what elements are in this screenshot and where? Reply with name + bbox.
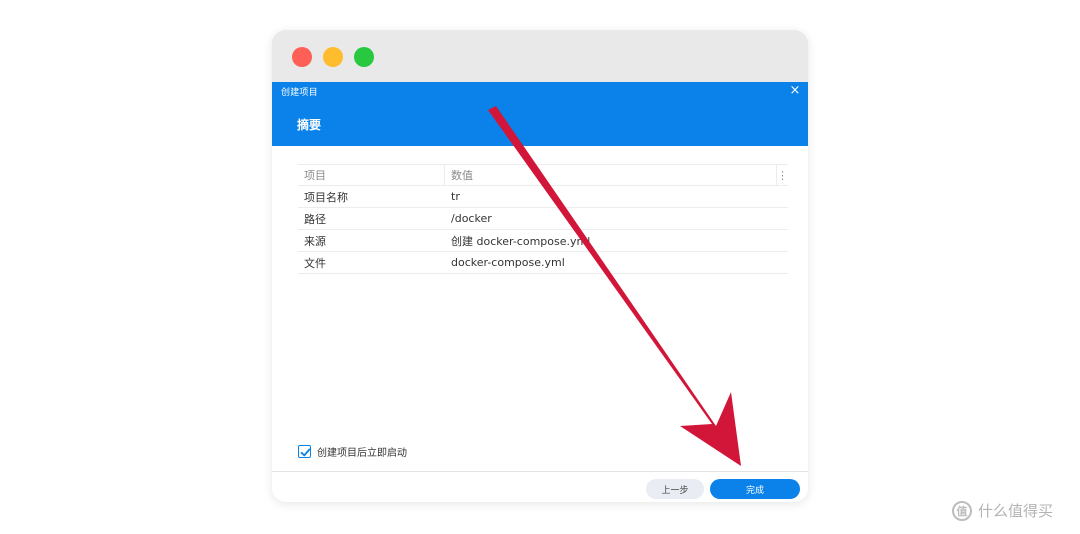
window-close-button[interactable] (292, 47, 312, 67)
summary-table: 项目 数值 ⋮ 项目名称 tr 路径 /docker 来源 创建 docker-… (298, 164, 788, 274)
create-project-dialog: 创建项目 × 摘要 项目 数值 ⋮ 项目名称 tr 路径 /docker 来源 … (272, 82, 808, 502)
window-controls (292, 47, 374, 67)
row-key: 项目名称 (304, 190, 348, 204)
watermark: 值 什么值得买 (952, 500, 1053, 521)
watermark-text: 什么值得买 (978, 502, 1054, 520)
table-header-row: 项目 数值 ⋮ (298, 164, 788, 186)
row-value: 创建 docker-compose.yml (451, 234, 591, 248)
checkmark-icon (300, 448, 311, 457)
row-key: 路径 (304, 212, 326, 226)
dialog-footer: 上一步 完成 (272, 471, 808, 502)
row-key: 来源 (304, 234, 326, 248)
row-value: tr (451, 190, 460, 203)
window-zoom-button[interactable] (354, 47, 374, 67)
start-after-create-checkbox[interactable] (298, 445, 311, 458)
column-header-item[interactable]: 项目 (298, 167, 444, 183)
table-row: 路径 /docker (298, 208, 788, 230)
column-menu-icon[interactable]: ⋮ (776, 165, 788, 185)
start-after-create-label[interactable]: 创建项目后立即启动 (317, 444, 407, 459)
row-value: /docker (451, 212, 492, 225)
previous-step-button[interactable]: 上一步 (646, 479, 704, 499)
watermark-logo-icon: 值 (952, 500, 972, 521)
dialog-title: 创建项目 (281, 88, 318, 98)
row-key: 文件 (304, 256, 326, 270)
dialog-header: 创建项目 × 摘要 (272, 82, 808, 146)
dialog-close-icon[interactable]: × (788, 82, 802, 98)
start-after-create-option[interactable]: 创建项目后立即启动 (298, 444, 407, 459)
table-row: 项目名称 tr (298, 186, 788, 208)
screenshot-stage: 创建项目 × 摘要 项目 数值 ⋮ 项目名称 tr 路径 /docker 来源 … (0, 0, 1080, 534)
column-header-value[interactable]: 数值 (444, 165, 776, 185)
step-title: 摘要 (297, 118, 322, 132)
done-button[interactable]: 完成 (710, 479, 800, 499)
app-window: 创建项目 × 摘要 项目 数值 ⋮ 项目名称 tr 路径 /docker 来源 … (272, 30, 808, 502)
table-row: 文件 docker-compose.yml (298, 252, 788, 274)
window-minimize-button[interactable] (323, 47, 343, 67)
row-value: docker-compose.yml (451, 256, 565, 269)
table-row: 来源 创建 docker-compose.yml (298, 230, 788, 252)
